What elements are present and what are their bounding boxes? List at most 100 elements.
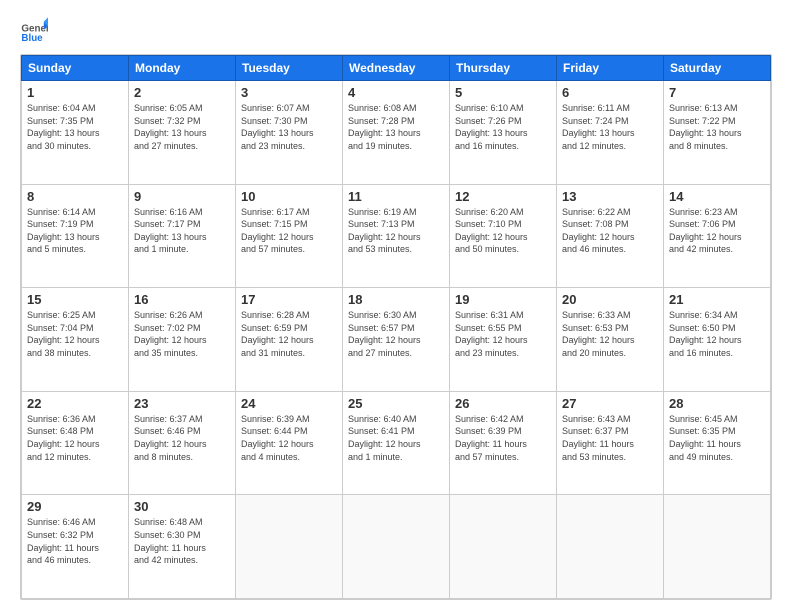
calendar-cell: 14 Sunrise: 6:23 AMSunset: 7:06 PMDayligh… [664, 184, 771, 288]
cell-info: Sunrise: 6:37 AMSunset: 6:46 PMDaylight:… [134, 413, 230, 463]
calendar-cell: 6Sunrise: 6:11 AMSunset: 7:24 PMDaylight… [557, 81, 664, 185]
calendar-cell [664, 495, 771, 599]
calendar-header-row: SundayMondayTuesdayWednesdayThursdayFrid… [22, 56, 771, 81]
cell-info: Sunrise: 6:31 AMSunset: 6:55 PMDaylight:… [455, 309, 551, 359]
calendar-cell: 24 Sunrise: 6:39 AMSunset: 6:44 PMDayligh… [236, 391, 343, 495]
col-header-monday: Monday [129, 56, 236, 81]
day-number: 24 [241, 396, 337, 411]
calendar-cell: 11 Sunrise: 6:19 AMSunset: 7:13 PMDayligh… [343, 184, 450, 288]
page: General Blue SundayMondayTuesdayWednesda… [0, 0, 792, 612]
calendar-cell: 2 Sunrise: 6:05 AMSunset: 7:32 PMDaylight… [129, 81, 236, 185]
week-row-4: 22 Sunrise: 6:36 AMSunset: 6:48 PMDayligh… [22, 391, 771, 495]
calendar-cell: 1 Sunrise: 6:04 AMSunset: 7:35 PMDaylight… [22, 81, 129, 185]
cell-info: Sunrise: 6:13 AMSunset: 7:22 PMDaylight:… [669, 102, 765, 152]
day-number: 27 [562, 396, 658, 411]
calendar-cell [236, 495, 343, 599]
calendar-cell: 12 Sunrise: 6:20 AMSunset: 7:10 PMDayligh… [450, 184, 557, 288]
calendar-cell: 16 Sunrise: 6:26 AMSunset: 7:02 PMDayligh… [129, 288, 236, 392]
logo-icon: General Blue [20, 16, 48, 44]
calendar-cell [450, 495, 557, 599]
day-number: 18 [348, 292, 444, 307]
col-header-sunday: Sunday [22, 56, 129, 81]
calendar-cell: 17 Sunrise: 6:28 AMSunset: 6:59 PMDayligh… [236, 288, 343, 392]
cell-info: Sunrise: 6:33 AMSunset: 6:53 PMDaylight:… [562, 309, 658, 359]
calendar-cell: 27 Sunrise: 6:43 AMSunset: 6:37 PMDayligh… [557, 391, 664, 495]
cell-info: Sunrise: 6:19 AMSunset: 7:13 PMDaylight:… [348, 206, 444, 256]
cell-info: Sunrise: 6:34 AMSunset: 6:50 PMDaylight:… [669, 309, 765, 359]
calendar-cell: 18 Sunrise: 6:30 AMSunset: 6:57 PMDayligh… [343, 288, 450, 392]
cell-info: Sunrise: 6:45 AMSunset: 6:35 PMDaylight:… [669, 413, 765, 463]
calendar-cell: 15 Sunrise: 6:25 AMSunset: 7:04 PMDayligh… [22, 288, 129, 392]
col-header-friday: Friday [557, 56, 664, 81]
calendar-cell: 19Sunrise: 6:31 AMSunset: 6:55 PMDayligh… [450, 288, 557, 392]
day-number: 6 [562, 85, 658, 100]
calendar-cell: 9 Sunrise: 6:16 AMSunset: 7:17 PMDaylight… [129, 184, 236, 288]
calendar-cell: 8 Sunrise: 6:14 AMSunset: 7:19 PMDaylight… [22, 184, 129, 288]
cell-info: Sunrise: 6:23 AMSunset: 7:06 PMDaylight:… [669, 206, 765, 256]
day-number: 2 [134, 85, 230, 100]
cell-info: Sunrise: 6:30 AMSunset: 6:57 PMDaylight:… [348, 309, 444, 359]
cell-info: Sunrise: 6:04 AMSunset: 7:35 PMDaylight:… [27, 102, 123, 152]
day-number: 16 [134, 292, 230, 307]
calendar-table: SundayMondayTuesdayWednesdayThursdayFrid… [21, 55, 771, 599]
col-header-thursday: Thursday [450, 56, 557, 81]
col-header-tuesday: Tuesday [236, 56, 343, 81]
day-number: 29 [27, 499, 123, 514]
cell-info: Sunrise: 6:42 AMSunset: 6:39 PMDaylight:… [455, 413, 551, 463]
cell-info: Sunrise: 6:05 AMSunset: 7:32 PMDaylight:… [134, 102, 230, 152]
week-row-2: 8 Sunrise: 6:14 AMSunset: 7:19 PMDaylight… [22, 184, 771, 288]
day-number: 3 [241, 85, 337, 100]
calendar-cell: 21Sunrise: 6:34 AMSunset: 6:50 PMDayligh… [664, 288, 771, 392]
cell-info: Sunrise: 6:08 AMSunset: 7:28 PMDaylight:… [348, 102, 444, 152]
cell-info: Sunrise: 6:14 AMSunset: 7:19 PMDaylight:… [27, 206, 123, 256]
day-number: 15 [27, 292, 123, 307]
week-row-1: 1 Sunrise: 6:04 AMSunset: 7:35 PMDaylight… [22, 81, 771, 185]
cell-info: Sunrise: 6:20 AMSunset: 7:10 PMDaylight:… [455, 206, 551, 256]
calendar-cell: 13Sunrise: 6:22 AMSunset: 7:08 PMDayligh… [557, 184, 664, 288]
cell-info: Sunrise: 6:07 AMSunset: 7:30 PMDaylight:… [241, 102, 337, 152]
cell-info: Sunrise: 6:28 AMSunset: 6:59 PMDaylight:… [241, 309, 337, 359]
logo: General Blue [20, 16, 52, 44]
calendar-cell: 3 Sunrise: 6:07 AMSunset: 7:30 PMDaylight… [236, 81, 343, 185]
calendar-cell: 23 Sunrise: 6:37 AMSunset: 6:46 PMDayligh… [129, 391, 236, 495]
cell-info: Sunrise: 6:43 AMSunset: 6:37 PMDaylight:… [562, 413, 658, 463]
calendar-cell: 26 Sunrise: 6:42 AMSunset: 6:39 PMDayligh… [450, 391, 557, 495]
calendar: SundayMondayTuesdayWednesdayThursdayFrid… [20, 54, 772, 600]
day-number: 14 [669, 189, 765, 204]
cell-info: Sunrise: 6:16 AMSunset: 7:17 PMDaylight:… [134, 206, 230, 256]
day-number: 17 [241, 292, 337, 307]
day-number: 23 [134, 396, 230, 411]
day-number: 10 [241, 189, 337, 204]
day-number: 1 [27, 85, 123, 100]
cell-info: Sunrise: 6:26 AMSunset: 7:02 PMDaylight:… [134, 309, 230, 359]
cell-info: Sunrise: 6:36 AMSunset: 6:48 PMDaylight:… [27, 413, 123, 463]
day-number: 9 [134, 189, 230, 204]
day-number: 5 [455, 85, 551, 100]
day-number: 12 [455, 189, 551, 204]
week-row-3: 15 Sunrise: 6:25 AMSunset: 7:04 PMDayligh… [22, 288, 771, 392]
col-header-wednesday: Wednesday [343, 56, 450, 81]
header: General Blue [20, 16, 772, 44]
cell-info: Sunrise: 6:39 AMSunset: 6:44 PMDaylight:… [241, 413, 337, 463]
calendar-cell: 29 Sunrise: 6:46 AMSunset: 6:32 PMDayligh… [22, 495, 129, 599]
day-number: 22 [27, 396, 123, 411]
cell-info: Sunrise: 6:48 AMSunset: 6:30 PMDaylight:… [134, 516, 230, 566]
day-number: 13 [562, 189, 658, 204]
cell-info: Sunrise: 6:46 AMSunset: 6:32 PMDaylight:… [27, 516, 123, 566]
day-number: 26 [455, 396, 551, 411]
calendar-cell: 20Sunrise: 6:33 AMSunset: 6:53 PMDayligh… [557, 288, 664, 392]
cell-info: Sunrise: 6:10 AMSunset: 7:26 PMDaylight:… [455, 102, 551, 152]
cell-info: Sunrise: 6:17 AMSunset: 7:15 PMDaylight:… [241, 206, 337, 256]
svg-text:Blue: Blue [21, 33, 43, 44]
week-row-5: 29 Sunrise: 6:46 AMSunset: 6:32 PMDayligh… [22, 495, 771, 599]
calendar-cell: 28Sunrise: 6:45 AMSunset: 6:35 PMDayligh… [664, 391, 771, 495]
calendar-cell: 4Sunrise: 6:08 AMSunset: 7:28 PMDaylight… [343, 81, 450, 185]
calendar-cell: 22 Sunrise: 6:36 AMSunset: 6:48 PMDayligh… [22, 391, 129, 495]
day-number: 8 [27, 189, 123, 204]
calendar-cell: 25Sunrise: 6:40 AMSunset: 6:41 PMDayligh… [343, 391, 450, 495]
calendar-cell [343, 495, 450, 599]
cell-info: Sunrise: 6:25 AMSunset: 7:04 PMDaylight:… [27, 309, 123, 359]
calendar-cell: 10 Sunrise: 6:17 AMSunset: 7:15 PMDayligh… [236, 184, 343, 288]
day-number: 11 [348, 189, 444, 204]
col-header-saturday: Saturday [664, 56, 771, 81]
